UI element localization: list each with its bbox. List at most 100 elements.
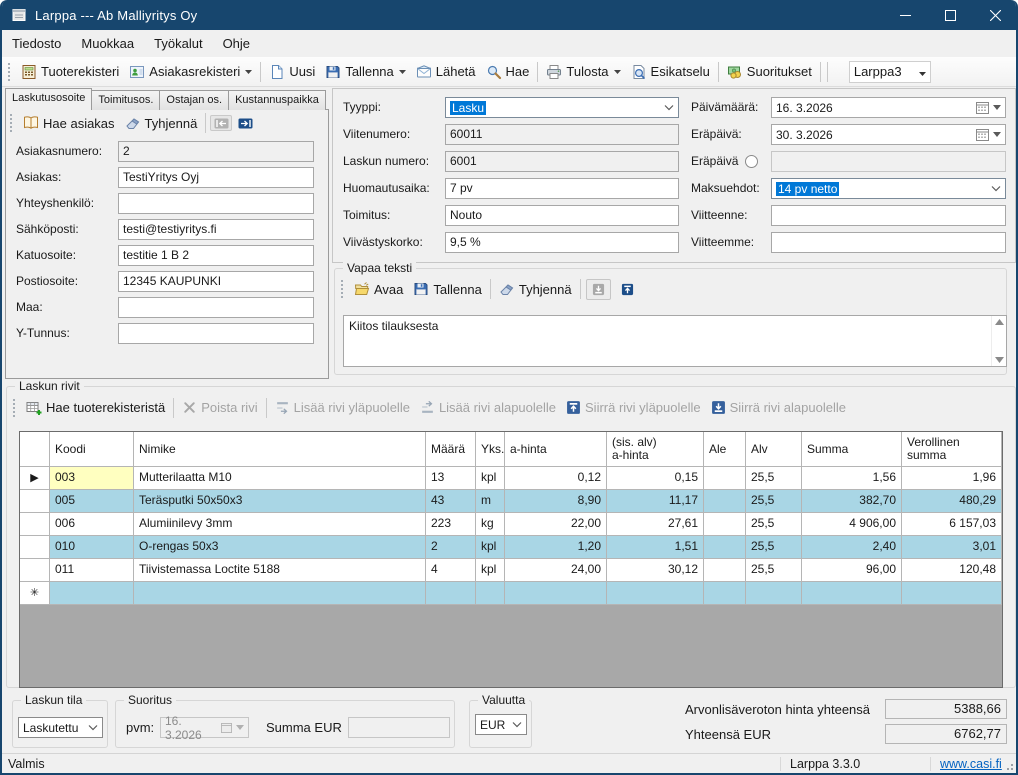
grid-cell[interactable]: [704, 490, 746, 513]
grid-col-header[interactable]: Verollinen summa: [902, 432, 1002, 467]
grid-cell[interactable]: 0,15: [607, 467, 704, 490]
grid-cell[interactable]: Teräsputki 50x50x3: [134, 490, 426, 513]
maksuehdot-combobox[interactable]: 14 pv netto: [771, 178, 1006, 199]
grid-cell[interactable]: 006: [50, 513, 134, 536]
hae-asiakas-button[interactable]: Hae asiakas: [18, 113, 120, 133]
asiakasnumero-field[interactable]: 2: [118, 141, 314, 162]
grid-cell[interactable]: [704, 467, 746, 490]
menu-ohje[interactable]: Ohje: [213, 30, 260, 57]
tulosta-button[interactable]: Tulosta: [541, 62, 625, 82]
grid-cell[interactable]: 2,40: [802, 536, 902, 559]
grid-new-row-selector[interactable]: ✳: [20, 582, 50, 605]
grid-col-header[interactable]: Määrä: [426, 432, 476, 467]
grid-col-header[interactable]: Alv: [746, 432, 802, 467]
tab-ostajan-osoite[interactable]: Ostajan os.: [159, 90, 229, 110]
grid-col-header[interactable]: (sis. alv) a-hinta: [607, 432, 704, 467]
grid-cell[interactable]: 005: [50, 490, 134, 513]
tuoterekisteri-button[interactable]: Tuoterekisteri: [16, 62, 124, 82]
grid-cell[interactable]: 223: [426, 513, 476, 536]
grid-cell[interactable]: [704, 536, 746, 559]
grid-cell[interactable]: Mutterilaatta M10: [134, 467, 426, 490]
grid-cell[interactable]: [50, 582, 134, 605]
grid-cell[interactable]: 96,00: [802, 559, 902, 582]
website-link[interactable]: www.casi.fi: [940, 757, 1002, 771]
grid-cell[interactable]: 22,00: [505, 513, 607, 536]
viitenumero-field[interactable]: 60011: [445, 124, 679, 145]
grid-cell[interactable]: kpl: [476, 536, 505, 559]
grid-cell[interactable]: O-rengas 50x3: [134, 536, 426, 559]
grid-cell[interactable]: 120,48: [902, 559, 1002, 582]
grid-cell[interactable]: [704, 559, 746, 582]
uusi-button[interactable]: Uusi: [264, 62, 320, 82]
grid-col-header[interactable]: Ale: [704, 432, 746, 467]
grid-cell[interactable]: kg: [476, 513, 505, 536]
grid-cell[interactable]: 24,00: [505, 559, 607, 582]
tab-laskutusosoite[interactable]: Laskutusosoite: [5, 88, 92, 110]
chevron-down-icon[interactable]: [245, 69, 252, 74]
grid-cell[interactable]: 43: [426, 490, 476, 513]
valuutta-combobox[interactable]: EUR: [475, 714, 527, 735]
viitteemme-field[interactable]: [771, 232, 1006, 253]
tyyppi-combobox[interactable]: Lasku: [445, 97, 679, 118]
grid-cell[interactable]: 003: [50, 467, 134, 490]
grid-row-selector[interactable]: ▶: [20, 467, 50, 490]
grid-cell[interactable]: 011: [50, 559, 134, 582]
katuosoite-field[interactable]: testitie 1 B 2: [118, 245, 314, 266]
grid-cell[interactable]: 1,96: [902, 467, 1002, 490]
grid-cell[interactable]: 1,51: [607, 536, 704, 559]
asiakas-field[interactable]: TestiYritys Oyj: [118, 167, 314, 188]
grid-row-selector[interactable]: [20, 559, 50, 582]
grid-cell[interactable]: 6 157,03: [902, 513, 1002, 536]
nav-previous-button[interactable]: [210, 115, 232, 131]
tab-toimitusosoite[interactable]: Toimitusos.: [91, 90, 160, 110]
grid-cell[interactable]: 3,01: [902, 536, 1002, 559]
chevron-down-icon[interactable]: [399, 69, 406, 74]
viitteenne-field[interactable]: [771, 205, 1006, 226]
grid-cell[interactable]: 382,70: [802, 490, 902, 513]
grid-cell[interactable]: 4 906,00: [802, 513, 902, 536]
grid-cell[interactable]: [607, 582, 704, 605]
close-button[interactable]: [973, 0, 1018, 30]
grid-cell[interactable]: m: [476, 490, 505, 513]
grid-cell[interactable]: 010: [50, 536, 134, 559]
maximize-button[interactable]: [928, 0, 973, 30]
esikatselu-button[interactable]: Esikatselu: [626, 62, 715, 82]
laheta-button[interactable]: Lähetä: [411, 62, 481, 82]
menu-tiedosto[interactable]: Tiedosto: [2, 30, 71, 57]
tallenna-teksti-button[interactable]: Tallenna: [408, 279, 486, 299]
grid-cell[interactable]: Alumiinilevy 3mm: [134, 513, 426, 536]
grid-cell[interactable]: 25,5: [746, 467, 802, 490]
menu-tyokalut[interactable]: Työkalut: [144, 30, 212, 57]
grid-cell[interactable]: [746, 582, 802, 605]
grid-cell[interactable]: 25,5: [746, 536, 802, 559]
postiosoite-field[interactable]: 12345 KAUPUNKI: [118, 271, 314, 292]
profile-combobox[interactable]: Larppa3: [849, 61, 931, 83]
laskun-tila-combobox[interactable]: Laskutettu: [18, 717, 103, 738]
grid-col-header[interactable]: Summa: [802, 432, 902, 467]
grid-row-selector[interactable]: [20, 536, 50, 559]
chevron-down-icon[interactable]: [614, 69, 621, 74]
grid-cell[interactable]: 4: [426, 559, 476, 582]
toimitus-field[interactable]: Nouto: [445, 205, 679, 226]
grid-row-selector[interactable]: [20, 513, 50, 536]
maa-field[interactable]: [118, 297, 314, 318]
paivamaara-datepicker[interactable]: 16. 3.2026: [771, 97, 1006, 118]
grid-cell[interactable]: kpl: [476, 467, 505, 490]
grid-cell[interactable]: [704, 513, 746, 536]
avaa-button[interactable]: Avaa: [349, 279, 408, 299]
grid-cell[interactable]: 25,5: [746, 490, 802, 513]
grid-cell[interactable]: Tiivistemassa Loctite 5188: [134, 559, 426, 582]
grid-cell[interactable]: kpl: [476, 559, 505, 582]
tallenna-button[interactable]: Tallenna: [320, 62, 410, 82]
siirra-rivi-alapuolelle-button[interactable]: Siirrä rivi alapuolelle: [706, 398, 851, 417]
grid-cell[interactable]: 0,12: [505, 467, 607, 490]
ytunnus-field[interactable]: [118, 323, 314, 344]
grid-col-header[interactable]: Yks.: [476, 432, 505, 467]
erapaiva-datepicker[interactable]: 30. 3.2026: [771, 124, 1006, 145]
grid-cell[interactable]: [902, 582, 1002, 605]
grid-col-header[interactable]: a-hinta: [505, 432, 607, 467]
viivastyskorko-field[interactable]: 9,5 %: [445, 232, 679, 253]
yhteyshenkilo-field[interactable]: [118, 193, 314, 214]
grid-col-header[interactable]: Nimike: [134, 432, 426, 467]
siirra-rivi-ylapuolelle-button[interactable]: Siirrä rivi yläpuolelle: [561, 398, 706, 417]
